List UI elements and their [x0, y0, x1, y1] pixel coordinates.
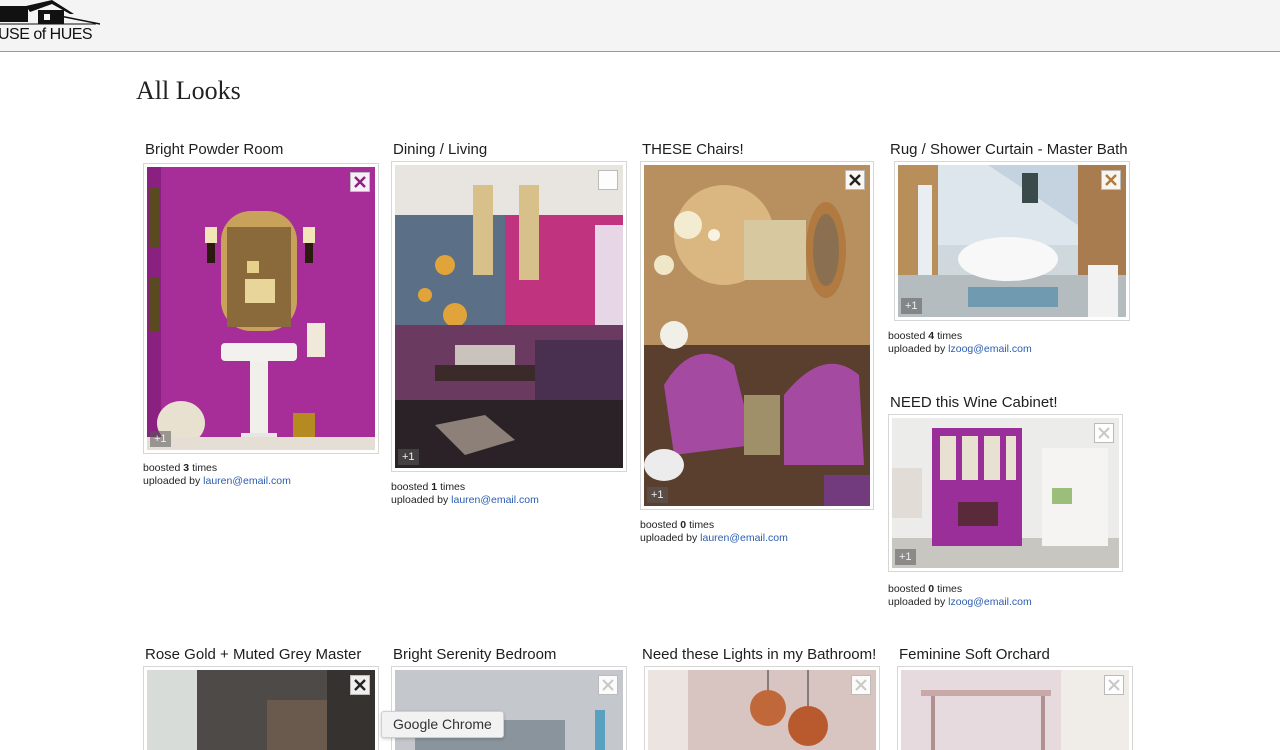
uploader-link[interactable]: lzoog@email.com	[948, 596, 1032, 608]
look-title[interactable]: Rose Gold + Muted Grey Master	[145, 646, 361, 663]
select-look-checkbox[interactable]	[598, 170, 618, 190]
remove-look-button[interactable]	[350, 172, 370, 192]
look-meta: boosted 1 times uploaded by lauren@email…	[391, 481, 539, 507]
top-bar: USE of HUES	[0, 0, 1280, 52]
boosted-suffix: times	[440, 481, 466, 493]
house-of-hues-logo[interactable]: USE of HUES	[0, 0, 101, 48]
uploaded-prefix: uploaded by	[391, 494, 449, 506]
boosted-suffix: times	[937, 583, 963, 595]
uploader-link[interactable]: lauren@email.com	[700, 532, 788, 544]
look-photo[interactable]: +1	[898, 165, 1126, 317]
boost-count: 3	[183, 462, 190, 474]
look-image-frame[interactable]: +1	[640, 161, 874, 510]
look-photo[interactable]	[901, 670, 1129, 750]
look-title[interactable]: Bright Powder Room	[145, 141, 283, 158]
close-icon	[1105, 174, 1117, 186]
uploaded-prefix: uploaded by	[143, 475, 201, 487]
look-meta: boosted 0 times uploaded by lzoog@email.…	[888, 583, 1032, 609]
boost-button[interactable]: +1	[901, 298, 922, 314]
boosted-suffix: times	[192, 462, 218, 474]
browser-tooltip: Google Chrome	[381, 711, 504, 738]
boost-count: 0	[680, 519, 687, 531]
uploaded-prefix: uploaded by	[640, 532, 698, 544]
look-title[interactable]: Dining / Living	[393, 141, 487, 158]
boosted-suffix: times	[937, 330, 963, 342]
uploader-link[interactable]: lauren@email.com	[451, 494, 539, 506]
uploader-link[interactable]: lzoog@email.com	[948, 343, 1032, 355]
look-image-frame[interactable]: +1	[143, 163, 379, 454]
close-icon	[354, 679, 366, 691]
close-icon	[849, 174, 861, 186]
look-photo[interactable]: +1	[147, 167, 375, 450]
close-icon	[855, 679, 867, 691]
boost-button[interactable]: +1	[398, 449, 419, 465]
boost-count: 4	[928, 330, 935, 342]
uploaded-prefix: uploaded by	[888, 596, 946, 608]
select-look-checkbox[interactable]	[851, 675, 871, 695]
boosted-suffix: times	[689, 519, 715, 531]
boost-button[interactable]: +1	[895, 549, 916, 565]
look-meta: boosted 4 times uploaded by lzoog@email.…	[888, 330, 1032, 356]
look-image-frame[interactable]	[897, 666, 1133, 750]
look-image-frame[interactable]: +1	[894, 161, 1130, 321]
look-photo[interactable]	[147, 670, 375, 750]
remove-look-button[interactable]	[845, 170, 865, 190]
boost-count: 1	[431, 481, 438, 493]
boost-button[interactable]: +1	[647, 487, 668, 503]
boosted-prefix: boosted	[640, 519, 678, 531]
look-photo[interactable]: +1	[395, 165, 623, 468]
look-photo[interactable]	[395, 670, 623, 750]
select-look-checkbox[interactable]	[598, 675, 618, 695]
logo-text: USE of HUES	[0, 26, 93, 43]
boosted-prefix: boosted	[391, 481, 429, 493]
select-look-checkbox[interactable]	[1104, 675, 1124, 695]
boosted-prefix: boosted	[888, 330, 926, 342]
look-title[interactable]: Need these Lights in my Bathroom!	[642, 646, 876, 663]
look-photo[interactable]: +1	[644, 165, 870, 506]
boost-count: 0	[928, 583, 935, 595]
page-title: All Looks	[136, 76, 241, 105]
close-icon	[1098, 427, 1110, 439]
look-meta: boosted 3 times uploaded by lauren@email…	[143, 462, 291, 488]
look-image-frame[interactable]	[644, 666, 880, 750]
look-title[interactable]: Feminine Soft Orchard	[899, 646, 1050, 663]
close-icon	[354, 176, 366, 188]
remove-look-button[interactable]	[1101, 170, 1121, 190]
look-photo[interactable]: +1	[892, 418, 1119, 568]
close-icon	[1108, 679, 1120, 691]
select-look-checkbox[interactable]	[1094, 423, 1114, 443]
uploader-link[interactable]: lauren@email.com	[203, 475, 291, 487]
look-title[interactable]: THESE Chairs!	[642, 141, 744, 158]
look-photo[interactable]	[648, 670, 876, 750]
look-title[interactable]: NEED this Wine Cabinet!	[890, 394, 1058, 411]
remove-look-button[interactable]	[350, 675, 370, 695]
close-icon	[602, 679, 614, 691]
look-image-frame[interactable]	[143, 666, 379, 750]
uploaded-prefix: uploaded by	[888, 343, 946, 355]
look-title[interactable]: Bright Serenity Bedroom	[393, 646, 556, 663]
look-image-frame[interactable]: +1	[391, 161, 627, 472]
boosted-prefix: boosted	[143, 462, 181, 474]
look-meta: boosted 0 times uploaded by lauren@email…	[640, 519, 788, 545]
boost-button[interactable]: +1	[150, 431, 171, 447]
look-title[interactable]: Rug / Shower Curtain - Master Bath	[890, 141, 1128, 158]
look-image-frame[interactable]: +1	[888, 414, 1123, 572]
boosted-prefix: boosted	[888, 583, 926, 595]
